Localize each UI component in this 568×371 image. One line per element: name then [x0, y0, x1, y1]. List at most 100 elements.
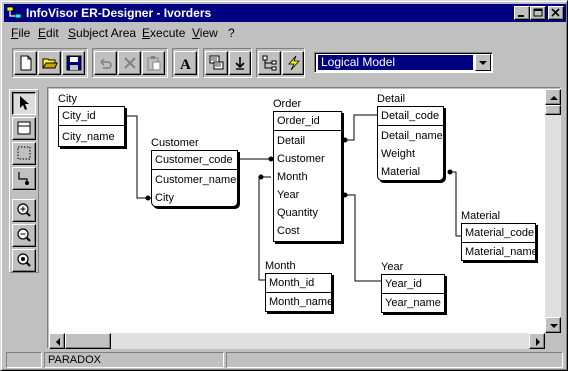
- diagram-canvas: City City_id City_name Customer Customer…: [47, 87, 561, 349]
- vertical-scrollbar[interactable]: [545, 89, 561, 333]
- relationship-tool[interactable]: [12, 167, 36, 190]
- vertical-scroll-thumb[interactable]: [545, 105, 561, 115]
- menu-subject-area[interactable]: Subject Area: [68, 26, 136, 40]
- relation-detail-order: [342, 114, 377, 141]
- minimize-icon: [518, 15, 524, 17]
- save-disk-icon: [66, 55, 82, 71]
- scroll-corner: [545, 333, 561, 349]
- relationship-icon: [18, 172, 29, 185]
- attribute: City_name: [62, 131, 115, 143]
- key-attribute: Detail_code: [381, 110, 440, 122]
- open-button[interactable]: [38, 51, 61, 75]
- attribute: Quantity: [277, 207, 318, 219]
- delete-button[interactable]: [118, 51, 141, 75]
- status-panel-left: [6, 352, 42, 368]
- zoom-fit-tool[interactable]: [12, 249, 36, 272]
- file-tool-group: [12, 48, 88, 78]
- lightning-icon: [288, 55, 300, 71]
- menu-execute[interactable]: Execute: [142, 26, 185, 40]
- status-panel-right: [226, 352, 563, 368]
- scroll-left-button[interactable]: [49, 333, 65, 349]
- status-bar: PARADOX: [4, 351, 566, 369]
- entity-name: Order: [273, 98, 302, 110]
- delete-icon: [124, 57, 136, 69]
- text-font-icon: A: [180, 57, 191, 71]
- attribute: Detail: [277, 135, 306, 147]
- entity-name: City: [58, 93, 77, 105]
- relation-material-detail: [450, 171, 461, 237]
- undo-button[interactable]: [94, 51, 117, 75]
- key-attribute: City_id: [62, 110, 96, 122]
- attribute: City: [155, 192, 174, 204]
- relation-dot-order-year: [342, 192, 348, 198]
- title-bar[interactable]: InfoVisor ER-Designer - Ivorders: [4, 4, 566, 22]
- minimize-button[interactable]: [514, 6, 530, 20]
- undo-icon: [100, 58, 112, 69]
- model-select-arrow[interactable]: [475, 54, 491, 71]
- scroll-down-button[interactable]: [545, 317, 561, 333]
- horizontal-scrollbar[interactable]: [49, 333, 545, 349]
- subject-area-icon: [17, 146, 31, 160]
- arrow-up-icon: [550, 96, 558, 100]
- attribute: Weight: [381, 148, 416, 160]
- relation-dot-order-detail: [342, 137, 348, 143]
- relation-year-order: [342, 194, 381, 282]
- text-tool-group: A: [172, 48, 199, 78]
- copy-button[interactable]: [205, 51, 228, 75]
- copy-icon: [209, 55, 224, 70]
- maximize-button[interactable]: [530, 6, 546, 20]
- attribute: Year_name: [385, 297, 441, 309]
- font-button[interactable]: A: [174, 51, 197, 75]
- scroll-right-button[interactable]: [529, 333, 545, 349]
- relation-dot-detail-material: [447, 169, 453, 175]
- model-select-value: Logical Model: [318, 55, 473, 70]
- tree-button[interactable]: [258, 51, 281, 75]
- key-attribute: Material_code: [465, 227, 535, 239]
- attribute: Customer_name: [155, 174, 237, 186]
- window-title: InfoVisor ER-Designer - Ivorders: [26, 6, 212, 20]
- entity-box: Order_id Detail Customer Month Year Quan…: [273, 111, 342, 242]
- relation-dot-customer-city: [145, 195, 151, 201]
- app-icon: [6, 6, 22, 19]
- save-button[interactable]: [62, 51, 85, 75]
- zoom-in-tool[interactable]: [12, 199, 36, 222]
- close-button[interactable]: [548, 6, 564, 20]
- zoom-out-tool[interactable]: [12, 224, 36, 247]
- zoom-fit-icon: [17, 253, 31, 267]
- attribute: Customer: [277, 153, 325, 165]
- menu-help[interactable]: ?: [228, 26, 235, 40]
- pointer-tool[interactable]: [12, 92, 36, 115]
- subject-area-tool[interactable]: [12, 142, 36, 165]
- entity-name: Customer: [151, 137, 199, 149]
- status-database: PARADOX: [44, 352, 224, 368]
- key-attribute: Month_id: [269, 277, 315, 289]
- menu-view[interactable]: View: [192, 26, 218, 40]
- attribute: Year: [277, 189, 300, 201]
- attribute: Month_name: [269, 296, 334, 308]
- execute-button[interactable]: [282, 51, 304, 75]
- key-attribute: Year_id: [385, 278, 422, 290]
- attribute: Material: [381, 166, 421, 178]
- arrow-right-icon: [536, 338, 540, 346]
- zoom-in-icon: [17, 203, 31, 217]
- horizontal-scroll-thumb[interactable]: [65, 333, 111, 349]
- entity-icon: [17, 121, 31, 135]
- menu-edit[interactable]: Edit: [38, 26, 59, 40]
- entity-box: Month_id Month_name: [265, 273, 334, 312]
- app-window: InfoVisor ER-Designer - Ivorders File Ed…: [0, 0, 568, 371]
- paste-button[interactable]: [142, 51, 165, 75]
- scroll-up-button[interactable]: [545, 89, 561, 105]
- tree-icon: [262, 55, 277, 71]
- diagram-area[interactable]: City City_id City_name Customer Customer…: [49, 89, 545, 333]
- open-folder-icon: [42, 58, 58, 69]
- entity-box: Customer_code Customer_name City: [151, 150, 238, 207]
- entity-tool[interactable]: [12, 117, 36, 140]
- entity-name: Material: [461, 210, 501, 222]
- model-select[interactable]: Logical Model: [314, 52, 493, 73]
- copy-down-button[interactable]: [229, 51, 251, 75]
- menu-file[interactable]: File: [11, 26, 30, 40]
- pointer-icon: [20, 96, 29, 110]
- chevron-down-icon: [479, 61, 487, 65]
- menu-bar: File Edit Subject Area Execute View ?: [4, 24, 566, 42]
- new-button[interactable]: [14, 51, 37, 75]
